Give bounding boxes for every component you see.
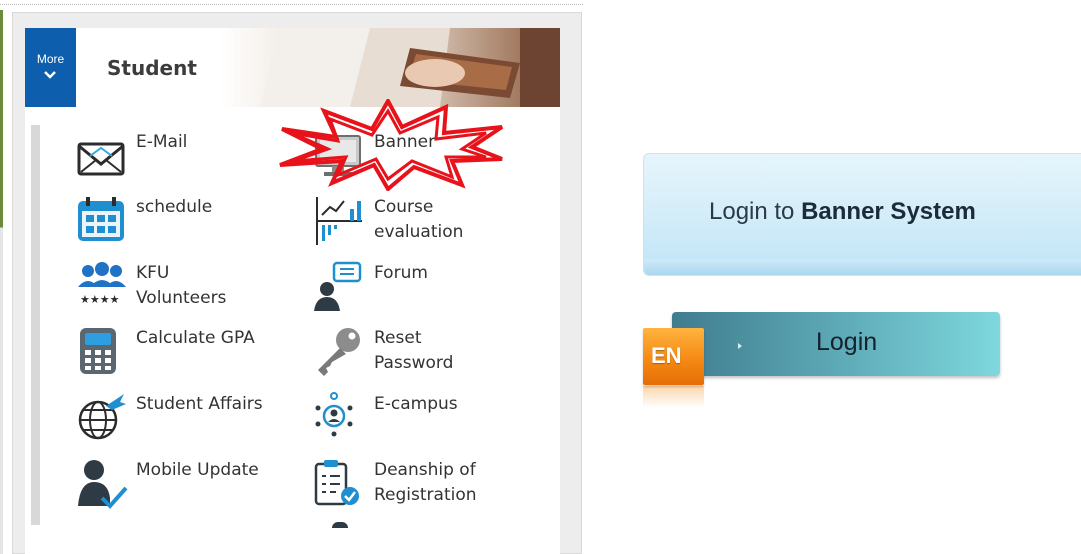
envelope-icon xyxy=(77,142,125,176)
calendar-icon xyxy=(78,197,124,241)
network-user-icon xyxy=(315,392,353,437)
menu-item-label: Calculate GPA xyxy=(136,328,255,348)
menu-item-label: Reset Password xyxy=(374,328,454,373)
menu-item-label: Mobile Update xyxy=(136,460,259,480)
panel-header: More Student xyxy=(25,28,560,107)
banner-title-name: Banner System xyxy=(801,198,976,225)
menu-item-label: Course evaluation xyxy=(374,197,464,242)
language-label: EN xyxy=(651,343,682,368)
key-icon xyxy=(318,328,360,376)
user-check-icon xyxy=(78,460,128,509)
menu-item-label: schedule xyxy=(136,197,213,217)
menu-item-label: E-Mail xyxy=(136,132,188,152)
page-accent-line xyxy=(0,10,3,554)
panel-scrollbar[interactable] xyxy=(31,125,40,525)
chart-icon xyxy=(316,197,362,245)
play-arrow-icon xyxy=(738,343,742,349)
login-button-label: Login xyxy=(816,328,878,356)
chevron-down-icon xyxy=(44,71,56,79)
menu-item-banner-label[interactable]: Banner xyxy=(314,130,484,170)
checklist-icon xyxy=(314,460,359,506)
login-button[interactable]: Login xyxy=(672,312,1000,376)
calculator-icon xyxy=(80,328,116,374)
language-button-reflection xyxy=(643,386,704,408)
menu-item-label: Forum xyxy=(374,263,428,283)
menu-item-label: Deanship of Registration xyxy=(374,460,477,505)
more-label: More xyxy=(36,52,65,66)
more-button[interactable]: More xyxy=(25,28,76,107)
forum-icon xyxy=(314,261,362,311)
partial-next-icon xyxy=(332,522,348,528)
language-en-button[interactable]: EN xyxy=(643,328,704,385)
banner-title-prefix: Login to xyxy=(709,198,802,225)
banner-box-bottom-bar xyxy=(644,259,1081,275)
menu-item-label: KFU Volunteers xyxy=(136,263,227,308)
menu-item-label: Banner xyxy=(374,132,436,152)
svg-text:★★★★: ★★★★ xyxy=(80,293,120,306)
menu-item-label: E-campus xyxy=(374,394,458,414)
header-photo xyxy=(220,28,560,107)
panel-top-border xyxy=(0,4,583,5)
panel-title: Student xyxy=(107,56,197,80)
globe-plane-icon xyxy=(78,394,126,440)
menu-item-label: Student Affairs xyxy=(136,394,263,414)
banner-system-title: Login to Banner System xyxy=(709,198,976,226)
volunteers-icon: ★★★★ xyxy=(78,262,126,306)
